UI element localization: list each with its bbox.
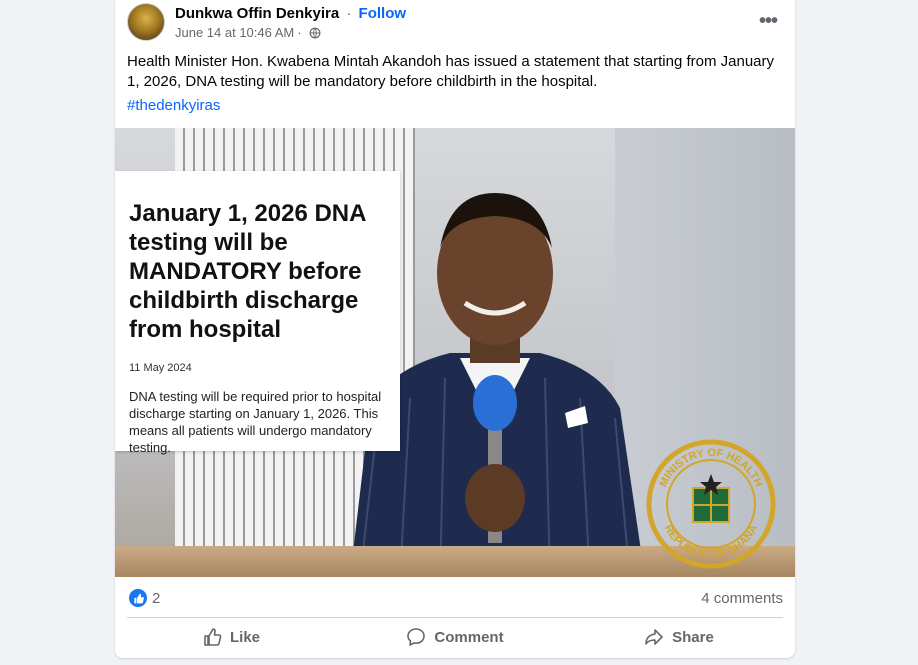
post-card: Dunkwa Offin Denkyira · Follow June 14 a… <box>115 0 795 658</box>
post-meta: June 14 at 10:46 AM · <box>175 25 321 40</box>
divider <box>127 617 783 618</box>
meta-separator: · <box>297 25 302 40</box>
post-header: Dunkwa Offin Denkyira · Follow June 14 a… <box>115 0 795 48</box>
page-avatar[interactable] <box>127 3 165 41</box>
separator-dot: · <box>346 5 352 22</box>
image-headline: January 1, 2026 DNA testing will be MAND… <box>129 200 366 343</box>
image-body-text: DNA testing will be required prior to ho… <box>129 389 382 455</box>
name-row: Dunkwa Offin Denkyira · Follow <box>175 5 406 22</box>
like-label: Like <box>229 628 260 646</box>
share-arrow-icon <box>645 629 663 645</box>
speech-bubble-icon <box>407 628 426 646</box>
globe-icon <box>309 27 321 38</box>
comments-count[interactable]: 4 comments <box>701 590 783 607</box>
more-options-button[interactable]: ••• <box>759 10 778 33</box>
like-reaction-icon[interactable] <box>129 589 147 607</box>
comment-button[interactable]: Comment <box>343 619 567 655</box>
share-label: Share <box>672 628 714 646</box>
follow-button[interactable]: Follow <box>359 5 407 22</box>
page-name-link[interactable]: Dunkwa Offin Denkyira <box>175 5 339 22</box>
reaction-count[interactable]: 2 <box>152 590 160 607</box>
post-photo[interactable]: January 1, 2026 DNA testing will be MAND… <box>115 128 795 577</box>
comment-label: Comment <box>434 628 504 646</box>
share-button[interactable]: Share <box>567 619 791 655</box>
thumbs-up-icon <box>204 628 222 646</box>
post-text: Health Minister Hon. Kwabena Mintah Akan… <box>127 53 775 90</box>
headline-card: January 1, 2026 DNA testing will be MAND… <box>115 171 400 455</box>
action-bar: Like Comment Share <box>119 619 791 655</box>
like-button[interactable]: Like <box>119 619 343 655</box>
ministry-seal-icon: MINISTRY OF HEALTH REPUBLIC OF GHANA <box>646 439 776 569</box>
reaction-bar: 2 4 comments <box>115 579 795 617</box>
post-timestamp[interactable]: June 14 at 10:46 AM <box>175 25 294 40</box>
image-date: 11 May 2024 <box>129 362 192 374</box>
hashtag-link[interactable]: #thedenkyiras <box>127 97 220 114</box>
